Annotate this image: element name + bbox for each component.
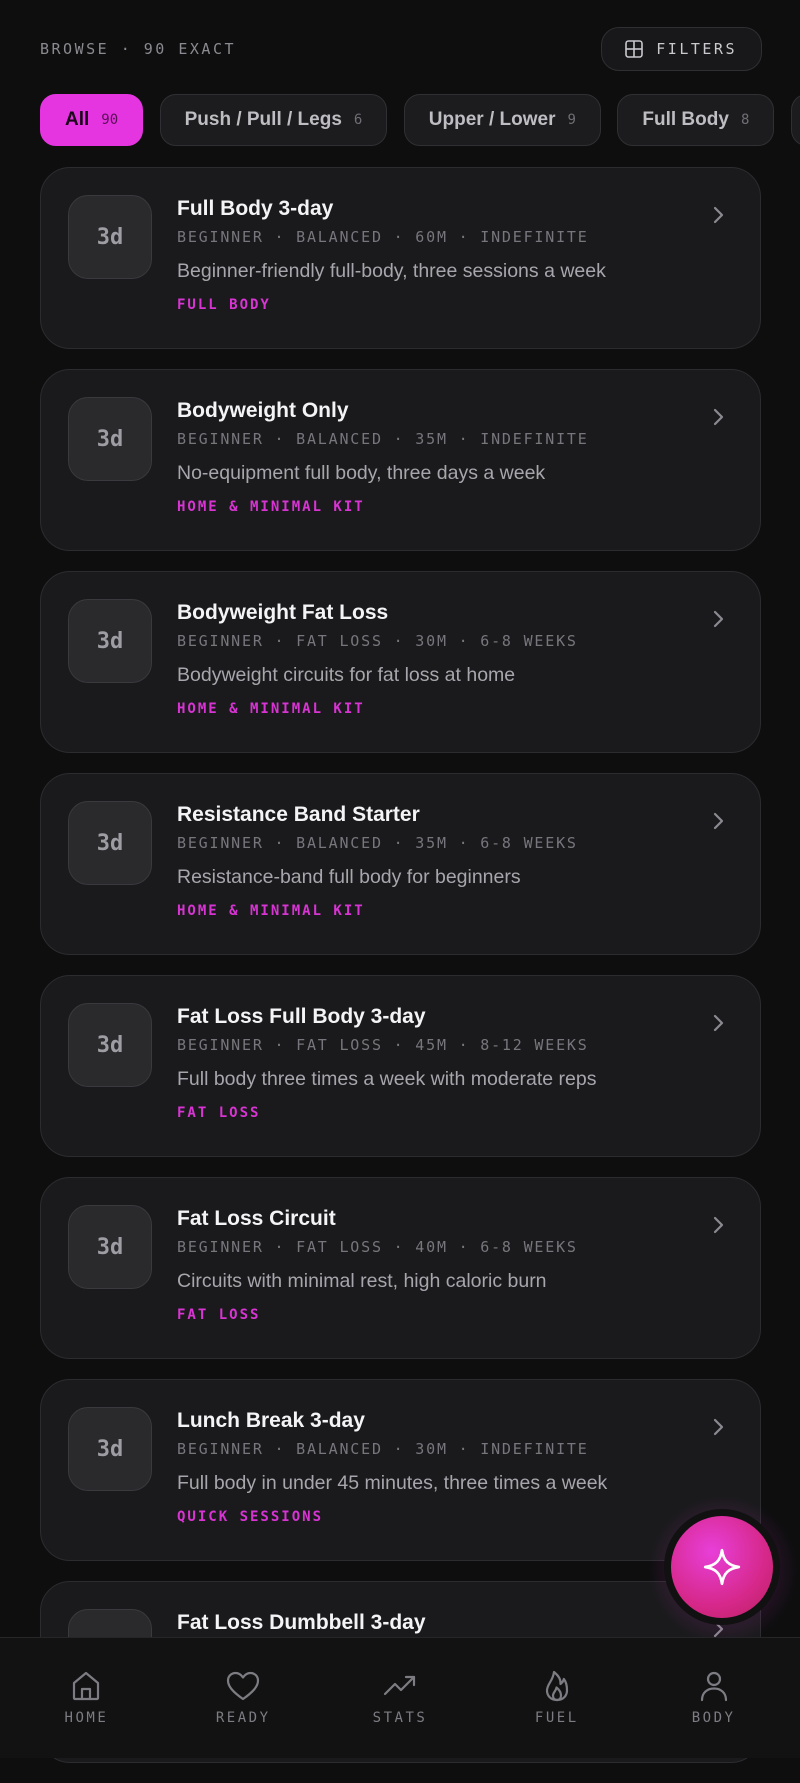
program-meta: BEGINNER · FAT LOSS · 30M · 6-8 WEEKS <box>177 632 578 650</box>
nav-stats[interactable]: STATS <box>330 1638 470 1726</box>
days-badge: 3d <box>68 801 152 885</box>
nav-label: HOME <box>64 1710 109 1726</box>
program-tag: FULL BODY <box>177 297 271 313</box>
nav-ready[interactable]: READY <box>173 1638 313 1726</box>
chevron-right-icon <box>713 408 724 426</box>
page-title: BROWSE · 90 EXACT <box>40 40 237 58</box>
chip-full-body[interactable]: Full Body 8 <box>617 94 775 146</box>
program-title: Full Body 3-day <box>177 197 334 220</box>
chip-upper-lower[interactable]: Upper / Lower 9 <box>403 94 601 146</box>
nav-label: BODY <box>691 1710 736 1726</box>
program-meta: BEGINNER · FAT LOSS · 40M · 6-8 WEEKS <box>177 1238 578 1256</box>
nav-label: FUEL <box>534 1710 579 1726</box>
trending-up-icon <box>383 1675 416 1696</box>
filters-button[interactable]: FILTERS <box>601 27 762 71</box>
program-meta: BEGINNER · BALANCED · 30M · INDEFINITE <box>177 1440 589 1458</box>
program-meta: BEGINNER · BALANCED · 35M · INDEFINITE <box>177 430 589 448</box>
chip-count: 90 <box>101 112 119 128</box>
program-tag: HOME & MINIMAL KIT <box>177 903 365 919</box>
chevron-right-icon <box>713 206 724 224</box>
chevron-right-icon <box>713 1418 724 1436</box>
program-card[interactable]: 3d Lunch Break 3-day BEGINNER · BALANCED ·… <box>40 1379 761 1561</box>
program-card[interactable]: 3d Full Body 3-day BEGINNER · BALANCED · 6… <box>40 167 761 349</box>
bottom-nav: HOME READY STATS FUEL BODY <box>0 1637 800 1758</box>
program-description: Full body three times a week with modera… <box>177 1068 597 1090</box>
program-card[interactable]: 3d Resistance Band Starter BEGINNER · BALA… <box>40 773 761 955</box>
program-tag: QUICK SESSIONS <box>177 1509 324 1525</box>
sparkle-icon <box>703 1548 741 1586</box>
nav-fuel[interactable]: FUEL <box>487 1638 627 1726</box>
card-body: Bodyweight Fat Loss BEGINNER · FAT LOSS ·… <box>177 600 680 717</box>
card-body: Bodyweight Only BEGINNER · BALANCED · 35M… <box>177 398 680 515</box>
chip-label: Upper / Lower <box>428 109 556 130</box>
chip-label: All <box>65 109 90 130</box>
days-badge: 3d <box>68 599 152 683</box>
days-badge: 3d <box>68 1205 152 1289</box>
program-title: Bodyweight Only <box>177 399 349 422</box>
card-body: Resistance Band Starter BEGINNER · BALANC… <box>177 802 680 919</box>
program-meta: BEGINNER · FAT LOSS · 45M · 8-12 WEEKS <box>177 1036 589 1054</box>
program-title: Bodyweight Fat Loss <box>177 601 389 624</box>
program-description: Full body in under 45 minutes, three tim… <box>177 1472 608 1494</box>
card-body: Fat Loss Circuit BEGINNER · FAT LOSS · 40… <box>177 1206 680 1323</box>
program-tag: FAT LOSS <box>177 1105 261 1121</box>
user-icon <box>700 1671 727 1702</box>
days-badge: 3d <box>68 397 152 481</box>
nav-label: STATS <box>372 1710 428 1726</box>
program-meta: BEGINNER · BALANCED · 60M · INDEFINITE <box>177 228 589 246</box>
chevron-right-icon <box>713 812 724 830</box>
chip-count: 8 <box>740 112 750 128</box>
program-card[interactable]: 3d Fat Loss Circuit BEGINNER · FAT LOSS · … <box>40 1177 761 1359</box>
program-description: Bodyweight circuits for fat loss at home <box>177 664 516 686</box>
card-body: Full Body 3-day BEGINNER · BALANCED · 60M… <box>177 196 680 313</box>
chip-count: 9 <box>567 112 576 128</box>
program-meta: BEGINNER · BALANCED · 35M · 6-8 WEEKS <box>177 834 578 852</box>
program-tag: HOME & MINIMAL KIT <box>177 701 365 717</box>
browse-header: BROWSE · 90 EXACT FILTERS <box>40 26 762 72</box>
chip-label: Push / Pull / Legs <box>184 109 342 130</box>
card-body: Fat Loss Full Body 3-day BEGINNER · FAT L… <box>177 1004 680 1121</box>
chip-more[interactable] <box>790 94 800 146</box>
home-icon <box>73 1671 100 1701</box>
program-title: Lunch Break 3-day <box>177 1409 365 1432</box>
program-title: Fat Loss Full Body 3-day <box>177 1005 426 1028</box>
program-description: Circuits with minimal rest, high caloric… <box>177 1270 547 1292</box>
flame-icon <box>545 1670 568 1702</box>
program-description: Resistance-band full body for beginners <box>177 866 521 888</box>
chip-label: Full Body <box>642 109 729 130</box>
heart-icon <box>227 1671 260 1701</box>
nav-body[interactable]: BODY <box>644 1638 784 1726</box>
program-tag: FAT LOSS <box>177 1307 261 1323</box>
filters-label: FILTERS <box>656 40 737 58</box>
fab-inner <box>671 1516 773 1618</box>
ai-assistant-button[interactable] <box>664 1509 780 1625</box>
program-title: Resistance Band Starter <box>177 803 420 826</box>
program-title: Fat Loss Circuit <box>177 1207 336 1230</box>
program-description: Beginner-friendly full-body, three sessi… <box>177 260 606 282</box>
grid-icon <box>625 40 644 58</box>
category-chips: All 90 Push / Pull / Legs 6 Upper / Lowe… <box>40 94 800 148</box>
nav-home[interactable]: HOME <box>16 1638 156 1726</box>
chip-count: 6 <box>353 112 363 128</box>
program-description: No-equipment full body, three days a wee… <box>177 462 546 484</box>
card-body: Lunch Break 3-day BEGINNER · BALANCED · 3… <box>177 1408 680 1525</box>
chevron-right-icon <box>713 610 724 628</box>
chip-all[interactable]: All 90 <box>40 94 144 146</box>
program-card[interactable]: 3d Bodyweight Only BEGINNER · BALANCED · 3… <box>40 369 761 551</box>
program-card[interactable]: 3d Bodyweight Fat Loss BEGINNER · FAT LOSS… <box>40 571 761 753</box>
chevron-right-icon <box>713 1014 724 1032</box>
chevron-right-icon <box>713 1216 724 1234</box>
nav-label: READY <box>215 1710 271 1726</box>
days-badge: 3d <box>68 1003 152 1087</box>
program-card[interactable]: 3d Fat Loss Full Body 3-day BEGINNER · FAT… <box>40 975 761 1157</box>
program-title: Fat Loss Dumbbell 3-day <box>177 1611 426 1634</box>
days-badge: 3d <box>68 1407 152 1491</box>
days-badge: 3d <box>68 195 152 279</box>
chip-push-pull-legs[interactable]: Push / Pull / Legs 6 <box>159 94 388 146</box>
program-tag: HOME & MINIMAL KIT <box>177 499 365 515</box>
